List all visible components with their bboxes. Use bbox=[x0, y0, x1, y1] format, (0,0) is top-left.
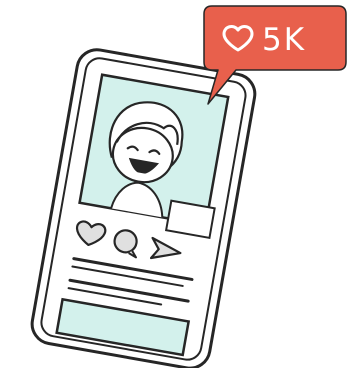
illustration-canvas: 5K bbox=[30, 5, 347, 368]
overlay-card bbox=[164, 199, 216, 240]
likes-count: 5K bbox=[262, 22, 306, 58]
phone bbox=[30, 48, 257, 368]
social-media-illustration: 5K bbox=[0, 0, 351, 368]
